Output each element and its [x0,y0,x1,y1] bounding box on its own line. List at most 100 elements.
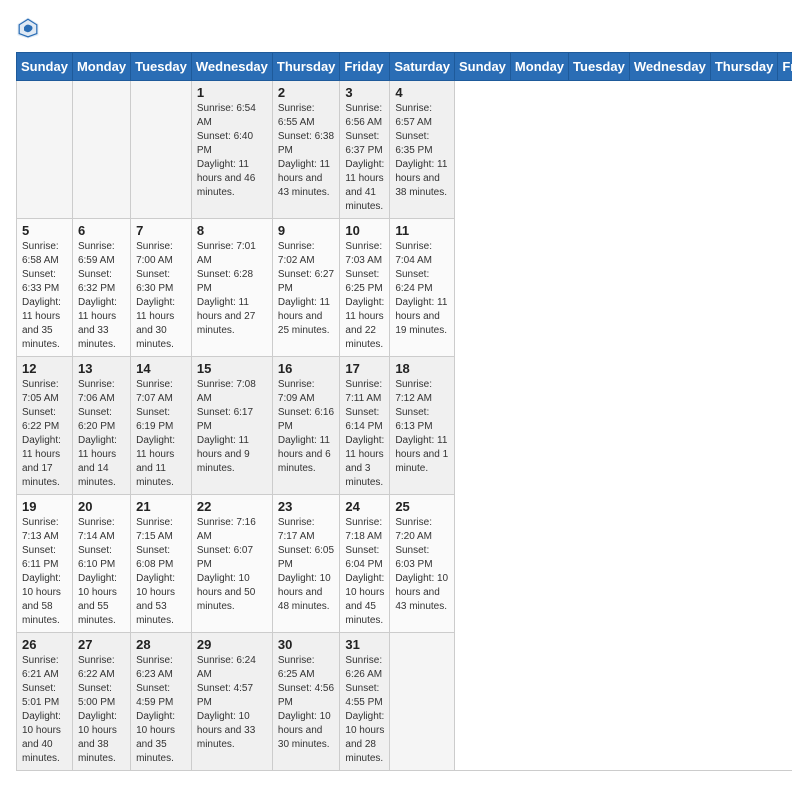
day-info: Sunrise: 7:11 AMSunset: 6:14 PMDaylight:… [345,378,384,490]
day-number: 26 [22,637,67,652]
day-number: 28 [136,637,186,652]
day-number: 29 [197,637,267,652]
calendar-day-cell: 16 Sunrise: 7:09 AMSunset: 6:16 PMDayligh… [272,357,340,495]
day-header-saturday: Saturday [390,53,455,81]
calendar-day-cell: 13 Sunrise: 7:06 AMSunset: 6:20 PMDayligh… [72,357,130,495]
day-number: 30 [278,637,335,652]
page-header [16,16,776,40]
calendar-week-row: 1 Sunrise: 6:54 AMSunset: 6:40 PMDaylight… [17,81,792,219]
day-info: Sunrise: 6:23 AMSunset: 4:59 PMDaylight:… [136,654,186,766]
day-number: 24 [345,499,384,514]
calendar-day-cell: 17 Sunrise: 7:11 AMSunset: 6:14 PMDayligh… [340,357,390,495]
day-number: 12 [22,361,67,376]
day-info: Sunrise: 7:05 AMSunset: 6:22 PMDaylight:… [22,378,67,490]
day-info: Sunrise: 6:59 AMSunset: 6:32 PMDaylight:… [78,240,125,352]
calendar-day-cell: 30 Sunrise: 6:25 AMSunset: 4:56 PMDayligh… [272,633,340,771]
day-info: Sunrise: 6:55 AMSunset: 6:38 PMDaylight:… [278,102,335,200]
day-number: 25 [395,499,449,514]
calendar-day-cell [390,633,455,771]
day-number: 5 [22,223,67,238]
day-header-tuesday: Tuesday [569,53,630,81]
day-number: 22 [197,499,267,514]
day-number: 20 [78,499,125,514]
day-info: Sunrise: 7:18 AMSunset: 6:04 PMDaylight:… [345,516,384,628]
calendar-day-cell: 12 Sunrise: 7:05 AMSunset: 6:22 PMDayligh… [17,357,73,495]
day-header-tuesday: Tuesday [131,53,192,81]
day-number: 31 [345,637,384,652]
day-info: Sunrise: 6:24 AMSunset: 4:57 PMDaylight:… [197,654,267,752]
day-header-wednesday: Wednesday [629,53,710,81]
calendar-day-cell: 9 Sunrise: 7:02 AMSunset: 6:27 PMDaylight… [272,219,340,357]
day-header-monday: Monday [72,53,130,81]
calendar-day-cell: 6 Sunrise: 6:59 AMSunset: 6:32 PMDaylight… [72,219,130,357]
day-number: 17 [345,361,384,376]
day-number: 1 [197,85,267,100]
day-number: 9 [278,223,335,238]
day-number: 19 [22,499,67,514]
day-info: Sunrise: 7:03 AMSunset: 6:25 PMDaylight:… [345,240,384,352]
calendar-day-cell [131,81,192,219]
calendar-day-cell: 15 Sunrise: 7:08 AMSunset: 6:17 PMDayligh… [191,357,272,495]
day-info: Sunrise: 7:06 AMSunset: 6:20 PMDaylight:… [78,378,125,490]
day-info: Sunrise: 7:07 AMSunset: 6:19 PMDaylight:… [136,378,186,490]
day-header-sunday: Sunday [17,53,73,81]
day-number: 16 [278,361,335,376]
calendar-day-cell: 7 Sunrise: 7:00 AMSunset: 6:30 PMDaylight… [131,219,192,357]
day-number: 10 [345,223,384,238]
day-info: Sunrise: 7:14 AMSunset: 6:10 PMDaylight:… [78,516,125,628]
day-number: 8 [197,223,267,238]
calendar-day-cell: 14Sunrise: 7:07 AMSunset: 6:19 PMDayligh… [131,357,192,495]
calendar-day-cell: 28 Sunrise: 6:23 AMSunset: 4:59 PMDayligh… [131,633,192,771]
day-header-thursday: Thursday [272,53,340,81]
calendar-day-cell: 10 Sunrise: 7:03 AMSunset: 6:25 PMDayligh… [340,219,390,357]
day-info: Sunrise: 7:02 AMSunset: 6:27 PMDaylight:… [278,240,335,338]
day-info: Sunrise: 7:01 AMSunset: 6:28 PMDaylight:… [197,240,267,338]
day-info: Sunrise: 6:54 AMSunset: 6:40 PMDaylight:… [197,102,267,200]
day-info: Sunrise: 7:08 AMSunset: 6:17 PMDaylight:… [197,378,267,476]
day-info: Sunrise: 7:20 AMSunset: 6:03 PMDaylight:… [395,516,449,614]
calendar-week-row: 12 Sunrise: 7:05 AMSunset: 6:22 PMDayligh… [17,357,792,495]
day-info: Sunrise: 7:00 AMSunset: 6:30 PMDaylight:… [136,240,186,352]
calendar-day-cell: 26 Sunrise: 6:21 AMSunset: 5:01 PMDayligh… [17,633,73,771]
calendar-day-cell: 31Sunrise: 6:26 AMSunset: 4:55 PMDayligh… [340,633,390,771]
day-info: Sunrise: 6:22 AMSunset: 5:00 PMDaylight:… [78,654,125,766]
day-info: Sunrise: 7:09 AMSunset: 6:16 PMDaylight:… [278,378,335,476]
day-number: 21 [136,499,186,514]
day-number: 18 [395,361,449,376]
calendar-week-row: 5 Sunrise: 6:58 AMSunset: 6:33 PMDaylight… [17,219,792,357]
calendar-header-row: SundayMondayTuesdayWednesdayThursdayFrid… [17,53,792,81]
day-number: 4 [395,85,449,100]
day-info: Sunrise: 7:17 AMSunset: 6:05 PMDaylight:… [278,516,335,614]
day-header-friday: Friday [340,53,390,81]
day-number: 6 [78,223,125,238]
day-info: Sunrise: 6:58 AMSunset: 6:33 PMDaylight:… [22,240,67,352]
calendar-day-cell: 29 Sunrise: 6:24 AMSunset: 4:57 PMDayligh… [191,633,272,771]
day-header-sunday: Sunday [454,53,510,81]
day-info: Sunrise: 6:57 AMSunset: 6:35 PMDaylight:… [395,102,449,200]
day-number: 23 [278,499,335,514]
calendar-week-row: 26 Sunrise: 6:21 AMSunset: 5:01 PMDayligh… [17,633,792,771]
day-header-monday: Monday [510,53,568,81]
day-info: Sunrise: 7:04 AMSunset: 6:24 PMDaylight:… [395,240,449,338]
day-number: 7 [136,223,186,238]
calendar-day-cell: 11Sunrise: 7:04 AMSunset: 6:24 PMDayligh… [390,219,455,357]
day-header-wednesday: Wednesday [191,53,272,81]
calendar-day-cell: 8 Sunrise: 7:01 AMSunset: 6:28 PMDaylight… [191,219,272,357]
calendar-day-cell: 2Sunrise: 6:55 AMSunset: 6:38 PMDaylight… [272,81,340,219]
day-header-friday: Friday [778,53,792,81]
day-number: 13 [78,361,125,376]
logo [16,16,44,40]
calendar-day-cell: 4 Sunrise: 6:57 AMSunset: 6:35 PMDaylight… [390,81,455,219]
calendar-day-cell: 27Sunrise: 6:22 AMSunset: 5:00 PMDayligh… [72,633,130,771]
calendar-day-cell [17,81,73,219]
day-header-thursday: Thursday [710,53,778,81]
day-number: 15 [197,361,267,376]
day-info: Sunrise: 7:12 AMSunset: 6:13 PMDaylight:… [395,378,449,476]
day-info: Sunrise: 6:56 AMSunset: 6:37 PMDaylight:… [345,102,384,214]
day-info: Sunrise: 6:25 AMSunset: 4:56 PMDaylight:… [278,654,335,752]
day-info: Sunrise: 7:16 AMSunset: 6:07 PMDaylight:… [197,516,267,614]
calendar-table: SundayMondayTuesdayWednesdayThursdayFrid… [16,52,792,771]
calendar-day-cell: 3Sunrise: 6:56 AMSunset: 6:37 PMDaylight… [340,81,390,219]
calendar-day-cell: 5 Sunrise: 6:58 AMSunset: 6:33 PMDaylight… [17,219,73,357]
day-info: Sunrise: 6:21 AMSunset: 5:01 PMDaylight:… [22,654,67,766]
